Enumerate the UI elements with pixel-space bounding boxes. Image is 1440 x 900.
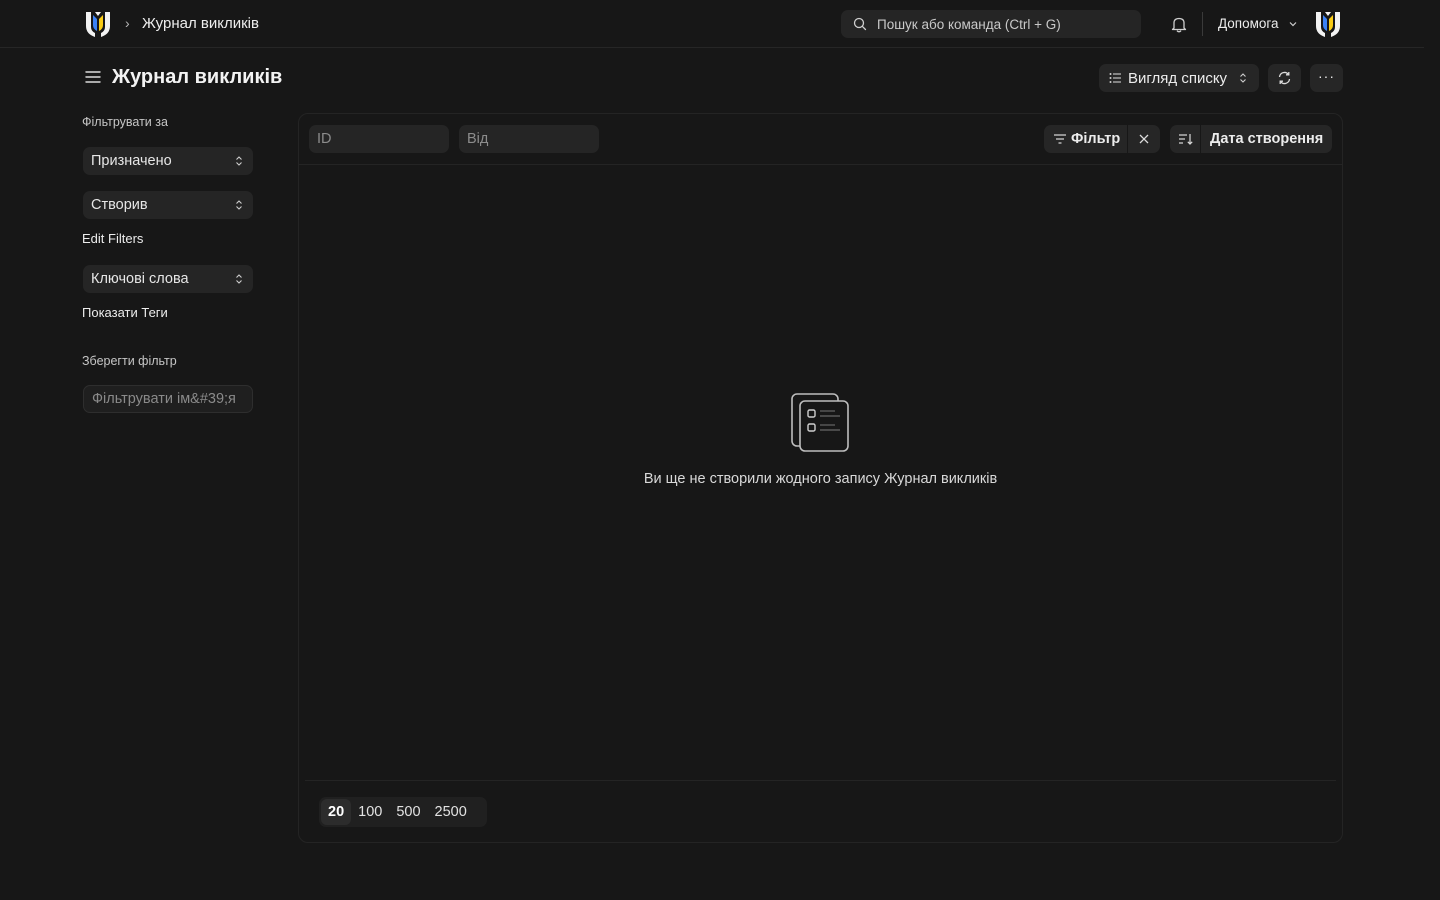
sort-order-button[interactable] [1170,125,1200,153]
filter-icon [1054,134,1066,144]
clear-filters-button[interactable] [1128,125,1160,153]
sort-field-label: Дата створення [1210,131,1324,147]
list-footer: 20 100 500 2500 [305,780,1336,842]
select-arrows-icon [1240,73,1246,83]
sort-field-selector[interactable]: Дата створення [1201,125,1332,153]
page-length-500[interactable]: 500 [389,799,427,825]
page-length-20[interactable]: 20 [321,799,352,825]
app-logo-icon[interactable] [84,9,112,39]
group-by-owner-select[interactable]: Створив [83,191,253,219]
page-title: Журнал викликів [112,66,283,88]
breadcrumb-separator: › [125,15,130,31]
search-input[interactable]: Пошук або команда (Ctrl + G) [841,10,1141,38]
sidebar-toggle-icon[interactable] [85,70,101,84]
refresh-icon [1278,71,1291,85]
filter-name-placeholder: Фільтрувати ім&#39;я [92,391,236,407]
list-panel: ID Від Фільтр Дата створення Ви ще не ст… [298,113,1343,843]
standard-filter-row: ID Від Фільтр Дата створення [299,114,1342,165]
close-icon [1139,134,1149,144]
sort-descending-icon [1179,134,1193,145]
view-switcher-label: Вигляд списку [1128,70,1228,87]
avatar-logo-icon[interactable] [1314,9,1342,39]
from-filter-input[interactable]: Від [459,125,599,153]
tags-select[interactable]: Ключові слова [83,265,253,293]
chevron-down-icon[interactable] [1288,19,1298,29]
bell-icon[interactable] [1169,14,1189,34]
view-switcher-button[interactable]: Вигляд списку [1099,64,1259,92]
select-arrows-icon [236,156,242,166]
select-arrows-icon [236,274,242,284]
page-length-2500[interactable]: 2500 [428,799,474,825]
help-dropdown[interactable]: Допомога [1218,16,1279,31]
refresh-button[interactable] [1268,64,1301,92]
tags-select-label: Ключові слова [91,271,189,287]
edit-filters-link[interactable]: Edit Filters [82,231,143,246]
navbar-divider [1202,12,1203,36]
filter-button[interactable]: Фільтр [1044,125,1127,153]
save-filter-label: Зберегти фільтр [82,354,177,368]
search-placeholder: Пошук або команда (Ctrl + G) [877,17,1061,32]
filter-by-label: Фільтрувати за [82,115,168,129]
select-arrows-icon [236,200,242,210]
page-length-100[interactable]: 100 [351,799,389,825]
show-tags-link[interactable]: Показати Теги [82,305,168,320]
id-filter-input[interactable]: ID [309,125,449,153]
top-navbar: › Журнал викликів Пошук або команда (Ctr… [0,0,1424,48]
filter-name-input[interactable]: Фільтрувати ім&#39;я [83,385,253,413]
page-length-selector: 20 100 500 2500 [319,797,487,827]
empty-list-icon [791,393,849,452]
id-filter-placeholder: ID [317,131,332,147]
group-by-assigned-label: Призначено [91,153,172,169]
list-icon [1109,73,1121,83]
page-header: Журнал викликів Вигляд списку ··· [0,48,1440,108]
group-by-assigned-select[interactable]: Призначено [83,147,253,175]
filter-button-label: Фільтр [1071,131,1121,147]
group-by-owner-label: Створив [91,197,148,213]
search-icon [853,17,867,31]
empty-state-message: Ви ще не створили жодного запису Журнал … [643,471,998,487]
from-filter-placeholder: Від [467,131,489,147]
breadcrumb-current[interactable]: Журнал викликів [142,15,259,32]
more-actions-button[interactable]: ··· [1310,64,1343,92]
